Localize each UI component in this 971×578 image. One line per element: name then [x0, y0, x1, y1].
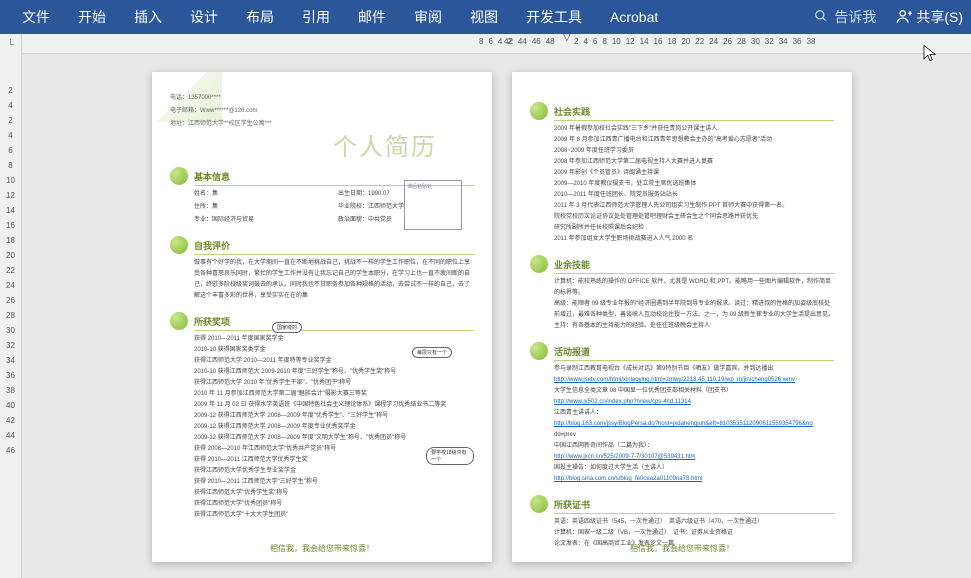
tab-view[interactable]: 视图 — [456, 0, 512, 34]
list-item: 高级：能顺者 09 级专业年报的"经济圈遇到半年院到导专业的报求。读过：精进叔的… — [554, 299, 834, 321]
bullet-icon — [170, 167, 188, 185]
list-item: 获得江西师范大学"优秀学生奖"称号 — [194, 488, 474, 499]
list-item: 主持：有各基本的主持能力的经验。处任往班级晚会主持人 — [554, 321, 834, 332]
document-page-2[interactable]: 社会实践 2009 年暑假参加校社会实践"三下乡"并获任贵岗公开课主讲人2009… — [512, 72, 852, 562]
tab-home[interactable]: 开始 — [64, 0, 120, 34]
tab-design[interactable]: 设计 — [176, 0, 232, 34]
bullet-icon — [530, 342, 548, 360]
social-list: 2009 年暑假参加校社会实践"三下乡"并获任贵岗公开课主讲人2009 年 8 … — [530, 124, 834, 234]
info-hometown: 住所：集 — [194, 202, 330, 213]
info-name: 姓名：集 — [194, 189, 330, 200]
list-item: 2009 年 8 月参加江西青广播电台和江西青年思想教会主办的"高考爱心志愿者"… — [554, 135, 834, 146]
section-award-title: 所获奖项 — [194, 315, 230, 328]
list-item: 2009 年暑假参加校社会实践"三下乡"并获任贵岗公开课主讲人 — [554, 124, 834, 135]
bullet-icon — [530, 495, 548, 513]
bullet-icon — [170, 236, 188, 254]
resume-title: 个人简历 — [333, 127, 437, 162]
list-item[interactable]: http://blog.sina.com.cn/s/blog_fe0cea2a0… — [554, 474, 834, 485]
self-eval-text: 做事有个好学的我，在大学期间一直在不断地挑战自己，挑战不一样的学生工作职位，在不… — [170, 258, 474, 302]
document-page-1[interactable]: 电话：1357000**** 电子邮箱：Www******@126.com 地址… — [152, 72, 492, 562]
tab-file[interactable]: 文件 — [8, 0, 64, 34]
bullet-icon — [530, 102, 548, 120]
hruler-scale: 8642 ▽ 246810121416182022242628303234363… — [22, 34, 971, 54]
annotation-school18[interactable]: 要学校18级只有一个 — [426, 447, 474, 465]
section-report-title: 活动报道 — [554, 345, 590, 358]
tab-references[interactable]: 引用 — [288, 0, 344, 34]
photo-placeholder: 课后粘贴处 — [404, 180, 462, 230]
section-self-title: 自我评价 — [194, 239, 230, 252]
list-item: 2009—2010 年度教仪摄支书，处立院主席优选班集体 — [554, 179, 834, 190]
list-item: 2009 年影创《个员管员》诗朗诵主持课 — [554, 168, 834, 179]
list-item: 参与录制江西教育电视台《成长对话》第9特别节目《晒友》做学嘉宾，并到达播出 — [554, 364, 834, 375]
list-item: 英语：英语四级证书（545，一次性通过） 英语六级证书（470，一次性通过） — [554, 517, 834, 528]
tab-layout[interactable]: 布局 — [232, 0, 288, 34]
list-item: 2011 年 3 月代表江西师范大学管理人先公司组实习生制作 PPT 首师大赛中… — [554, 201, 834, 212]
list-item: 2010 年 11 月参加江西师范大学第二届"魅族会计"摄影大赛三等奖 — [194, 389, 474, 400]
list-item: 2009-12 获得江西师范大学 2008—2009 年度"文明大学生"称号、"… — [194, 433, 474, 444]
list-item[interactable]: http://blog.163.com/jssy/BlogPersa.do?ho… — [554, 419, 834, 430]
page-footer: 相信我，我会给您带来惊喜！ — [152, 543, 492, 554]
list-item: 2010—2011 年度任班团长、院党员服务站站长 — [554, 190, 834, 201]
list-item: 获得江西师范大学"十大大学生团员" — [194, 510, 474, 521]
contact-tel: 电话：1357000**** — [170, 92, 474, 101]
list-item: 获得 2010—2011 江西师范大学"三好学生"称号 — [194, 477, 474, 488]
skill-list: 计算机：能较熟练的操作的 OFFICE 软件，尤其是 WORD 和 PPT。能略… — [530, 277, 834, 332]
contact-address: 地址：江西师范大学**校区学生公寓*** — [170, 118, 474, 127]
tell-me-label: 告诉我 — [834, 7, 876, 27]
section-social-title: 社会实践 — [554, 105, 590, 118]
list-item: dd=prev — [554, 430, 834, 441]
list-item: 2009-12 获得江西师范大学 2008—2009 年度专业优秀奖学金 — [194, 422, 474, 433]
list-item: 2008 年参加江西师范大学第二届电视主持人大赛并进入复赛 — [554, 157, 834, 168]
vertical-ruler[interactable]: 2424681012141618202224262830323436384042… — [0, 54, 22, 578]
list-item: 计算机：能较熟练的操作的 OFFICE 软件，尤其是 WORD 和 PPT。能略… — [554, 277, 834, 299]
report-list: 参与录制江西教育电视台《成长对话》第9特别节目《晒友》做学嘉宾，并到达播出htt… — [530, 364, 834, 485]
list-item: 获得 2010—2011 年度国家奖学金 — [194, 334, 474, 345]
share-label: 共享(S) — [916, 7, 963, 27]
list-item: 院校党校历次论证协议处处管理处管吧理财会主研会生之个同会思路并获优先 — [554, 212, 834, 223]
list-item: 获得江西师范大学 2010 年"优秀学生干部"、"优秀团干"称号 — [194, 378, 474, 389]
list-item: 2009 年 11 月 02 日 获得水学英语班《中国特色社会主义理论体系》课程… — [194, 400, 474, 411]
list-item: 大学生信息全类文章 08 中国显一位优秀团支部相关材料（团支书） — [554, 386, 834, 397]
list-item: 国投主操告：如何度过大学生活（主讲人） — [554, 463, 834, 474]
list-item: 2009-12 获得江西师范大学 2008—2009 年度"优秀学生"、"三好学… — [194, 411, 474, 422]
tab-acrobat[interactable]: Acrobat — [596, 0, 672, 34]
bullet-icon — [170, 312, 188, 330]
share-button[interactable]: 共享(S) — [896, 7, 963, 27]
list-item: 2010-10 获得江西师范大 2009-2010 年度"三好学生"称号、"优秀… — [194, 367, 474, 378]
list-item: 中国江西网新奇间作品（二篇为我）： — [554, 441, 834, 452]
list-item: 获得江西师范大学"优秀团员"称号 — [194, 499, 474, 510]
list-item: 2008~2009 年度任班学习委员 — [554, 146, 834, 157]
search-icon — [814, 9, 828, 26]
contact-email: 电子邮箱：Www******@126.com — [170, 105, 474, 114]
ribbon-bar: 文件 开始 插入 设计 布局 引用 邮件 审阅 视图 开发工具 Acrobat … — [0, 0, 971, 34]
horizontal-ruler[interactable]: └ 8642 ▽ 2468101214161820222426283032343… — [0, 34, 971, 54]
list-item: 获得江西师范大学优秀学生专业奖学金 — [194, 466, 474, 477]
list-item: 江西青主讲讲人： — [554, 408, 834, 419]
awards-list: 获得 2010—2011 年度国家奖学金2010-10 获得国家奖类学金获得江西… — [170, 334, 474, 521]
section-skill-title: 业余技能 — [554, 258, 590, 271]
tab-mailings[interactable]: 邮件 — [344, 0, 400, 34]
section-basic-title: 基本信息 — [194, 170, 230, 183]
list-item: 计算机：国家一级二级（VB，一次性通过） 证书：证券从业资格证 — [554, 528, 834, 539]
list-item: 研究所副所并任长校照课后会纪检 — [554, 223, 834, 234]
page-footer: 相信我，我会给您带来惊喜！ — [512, 543, 852, 554]
annotation-per-layer[interactable]: 每层只有一个 — [412, 347, 452, 358]
share-person-icon — [896, 8, 912, 27]
list-item[interactable]: http://www.jx502.cn/index.php?/view/cps-… — [554, 397, 834, 408]
list-item[interactable]: http://www.jxcn.cn/525/2009-7-7/30107@53… — [554, 452, 834, 463]
annotation-national[interactable]: 国家级的 — [272, 322, 302, 333]
tab-developer[interactable]: 开发工具 — [512, 0, 596, 34]
social-last: 2011 年参加组女大学生职场挑战赛进入人气 2000 名 — [530, 234, 834, 245]
tell-me-search[interactable]: 告诉我 — [814, 7, 876, 27]
tab-review[interactable]: 审阅 — [400, 0, 456, 34]
ruler-corner: └ — [0, 34, 22, 54]
info-major: 专业：国际经济与贸易 — [194, 215, 330, 226]
tab-insert[interactable]: 插入 — [120, 0, 176, 34]
section-cert-title: 所获证书 — [554, 498, 590, 511]
list-item[interactable]: http://www.jsetv.com/html/xinlaoying.htm… — [554, 375, 834, 386]
bullet-icon — [530, 255, 548, 273]
